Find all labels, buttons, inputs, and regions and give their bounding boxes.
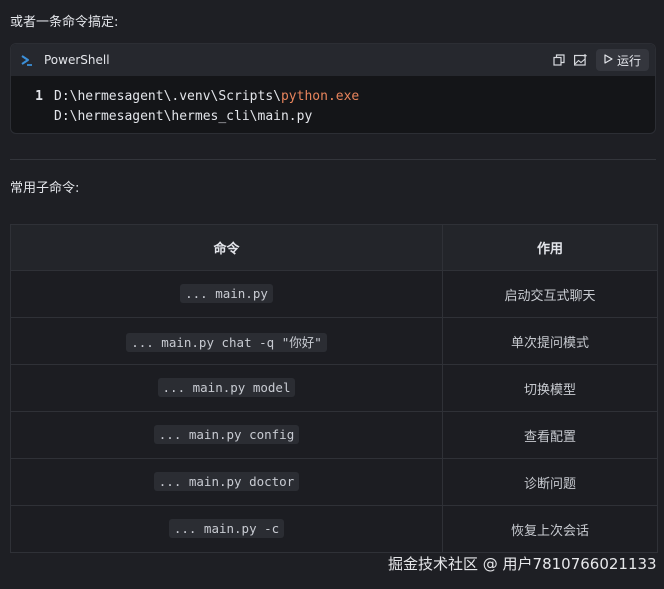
table-row: ... main.py 启动交互式聊天 — [10, 270, 658, 318]
column-header-description: 作用 — [442, 224, 658, 271]
code-header-actions: 运行 — [552, 49, 649, 71]
command-cell: ... main.py model — [10, 364, 443, 412]
table-row: ... main.py chat -q "你好" 单次提问模式 — [10, 317, 658, 365]
command-cell: ... main.py doctor — [10, 458, 443, 506]
inline-code: ... main.py config — [153, 425, 300, 444]
command-cell: ... main.py config — [10, 411, 443, 459]
description-cell: 诊断问题 — [442, 458, 658, 506]
command-cell: ... main.py -c — [10, 505, 443, 553]
page: 或者一条命令搞定: PowerShell 运行 1 D:\hermesagent… — [0, 0, 664, 589]
column-header-command: 命令 — [10, 224, 443, 271]
code-line: 1 D:\hermesagent\.venv\Scripts\python.ex… — [11, 87, 655, 107]
powershell-icon — [20, 53, 34, 67]
copy-icon[interactable] — [552, 53, 566, 67]
code-language-label: PowerShell — [44, 53, 110, 67]
code-prefix: D:\hermesagent\hermes_cli\main.py — [54, 109, 313, 124]
intro-text: 或者一条命令搞定: — [10, 15, 119, 30]
code-text: D:\hermesagent\hermes_cli\main.py — [54, 107, 312, 127]
image-icon[interactable] — [574, 53, 588, 67]
run-button[interactable]: 运行 — [595, 49, 649, 71]
code-line: D:\hermesagent\hermes_cli\main.py — [11, 107, 655, 127]
code-prefix: D:\hermesagent\.venv\Scripts\ — [54, 89, 281, 104]
section-subtitle: 常用子命令: — [10, 181, 80, 196]
code-highlight: python.exe — [280, 89, 360, 104]
command-cell: ... main.py chat -q "你好" — [10, 317, 443, 365]
code-block: PowerShell 运行 1 D:\hermesagent\.venv\Scr… — [10, 43, 656, 134]
inline-code: ... main.py model — [157, 378, 296, 397]
inline-code: ... main.py chat -q "你好" — [126, 332, 327, 352]
inline-code: ... main.py — [180, 284, 273, 303]
description-cell: 查看配置 — [442, 411, 658, 459]
description-cell: 单次提问模式 — [442, 317, 658, 365]
inline-code: ... main.py -c — [168, 519, 285, 538]
run-button-label: 运行 — [616, 53, 641, 68]
code-body: 1 D:\hermesagent\.venv\Scripts\python.ex… — [11, 76, 655, 127]
table-row: ... main.py model 切换模型 — [10, 364, 658, 412]
table-row: ... main.py config 查看配置 — [10, 411, 658, 459]
code-text: D:\hermesagent\.venv\Scripts\python.exe — [54, 87, 359, 107]
description-cell: 切换模型 — [442, 364, 658, 412]
watermark: 掘金技术社区 @ 用户7810766021133 — [388, 555, 657, 573]
command-cell: ... main.py — [10, 270, 443, 318]
description-cell: 启动交互式聊天 — [442, 270, 658, 318]
table-row: ... main.py doctor 诊断问题 — [10, 458, 658, 506]
table-header-row: 命令 作用 — [10, 224, 658, 271]
table-row: ... main.py -c 恢复上次会话 — [10, 505, 658, 553]
command-table: 命令 作用 ... main.py 启动交互式聊天 ... main.py ch… — [10, 224, 658, 553]
description-cell: 恢复上次会话 — [442, 505, 658, 553]
play-icon — [604, 53, 613, 67]
line-number — [11, 107, 54, 127]
divider — [10, 159, 656, 160]
inline-code: ... main.py doctor — [153, 472, 300, 491]
code-header: PowerShell 运行 — [11, 44, 655, 76]
line-number: 1 — [35, 89, 43, 104]
